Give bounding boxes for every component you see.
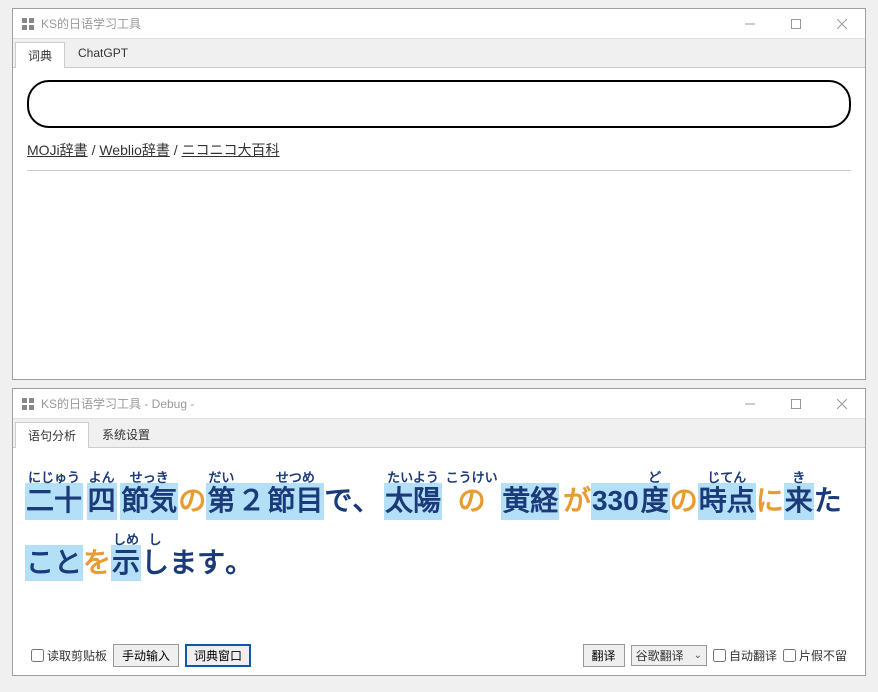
token[interactable]: で bbox=[324, 471, 352, 520]
token[interactable]: しめ示 bbox=[111, 533, 141, 582]
window-title: KS的日语学习工具 bbox=[41, 15, 727, 32]
link-weblio[interactable]: Weblio辞書 bbox=[99, 142, 170, 158]
titlebar: KS的日语学习工具 - Debug - bbox=[13, 389, 865, 419]
dictionary-body: MOJi辞書 / Weblio辞書 / ニコニコ大百科 bbox=[13, 68, 865, 378]
token[interactable]: せっき節気 bbox=[120, 471, 178, 520]
token[interactable]: 黄経 bbox=[501, 471, 559, 520]
window-controls bbox=[727, 389, 865, 418]
token-base: の bbox=[446, 483, 498, 519]
tab-system-settings[interactable]: 系统设置 bbox=[89, 421, 163, 447]
token[interactable]: に bbox=[756, 471, 784, 520]
analysis-window: KS的日语学习工具 - Debug - 语句分析 系统设置 にじゅう二十 よん四… bbox=[12, 388, 866, 676]
token-base: 来 bbox=[784, 483, 814, 519]
tab-dictionary[interactable]: 词典 bbox=[15, 42, 65, 68]
token[interactable]: せつめ節目 bbox=[266, 471, 324, 520]
translator-select[interactable]: 谷歌翻译 ⌄ bbox=[631, 645, 707, 666]
tab-bar: 语句分析 系统设置 bbox=[13, 419, 865, 448]
auto-translate-input[interactable] bbox=[713, 649, 726, 662]
token-base: で bbox=[324, 483, 352, 519]
token-base: し bbox=[141, 545, 169, 581]
tab-bar: 词典 ChatGPT bbox=[13, 39, 865, 68]
close-button[interactable] bbox=[819, 389, 865, 418]
link-niconico[interactable]: ニコニコ大百科 bbox=[182, 142, 280, 158]
token-base: 第 bbox=[206, 483, 236, 519]
translate-button[interactable]: 翻译 bbox=[583, 644, 625, 667]
token[interactable]: ど度 bbox=[640, 471, 670, 520]
token-base: 節気 bbox=[120, 483, 178, 519]
token-base: を bbox=[83, 545, 111, 581]
sentence-display: にじゅう二十 よん四 せっき節気 のだい第 ２せつめ節目 で 、 たいよう太陽 … bbox=[23, 454, 855, 638]
token[interactable]: 。 bbox=[225, 533, 253, 582]
token[interactable]: ２ bbox=[236, 471, 266, 520]
maximize-button[interactable] bbox=[773, 9, 819, 38]
token-base: こと bbox=[25, 545, 83, 581]
token[interactable]: こうけいの bbox=[446, 471, 498, 520]
bottom-toolbar: 读取剪贴板 手动输入 词典窗口 翻译 谷歌翻译 ⌄ 自动翻译 片假不留 bbox=[23, 638, 855, 675]
auto-translate-label: 自动翻译 bbox=[729, 647, 777, 664]
token-base: の bbox=[178, 483, 206, 519]
token[interactable]: の bbox=[670, 471, 698, 520]
search-input[interactable] bbox=[27, 80, 851, 128]
dict-window-button[interactable]: 词典窗口 bbox=[185, 644, 251, 667]
token-base: が bbox=[563, 483, 591, 519]
token-base: の bbox=[670, 483, 698, 519]
token[interactable]: の bbox=[178, 471, 206, 520]
window-controls bbox=[727, 9, 865, 38]
token-base: に bbox=[756, 483, 784, 519]
titlebar: KS的日语学习工具 bbox=[13, 9, 865, 39]
app-icon bbox=[21, 17, 35, 31]
token[interactable]: 330 bbox=[591, 471, 640, 520]
window-title: KS的日语学习工具 - Debug - bbox=[41, 395, 727, 412]
token[interactable]: ます bbox=[169, 533, 225, 582]
minimize-button[interactable] bbox=[727, 389, 773, 418]
token[interactable]: 、 bbox=[352, 471, 380, 520]
token[interactable]: よん四 bbox=[87, 471, 117, 520]
token[interactable]: しし bbox=[141, 533, 169, 582]
separator: / bbox=[174, 142, 182, 158]
token-base: 、 bbox=[352, 483, 380, 519]
app-icon bbox=[21, 397, 35, 411]
token-base: ２ bbox=[236, 483, 266, 519]
token-base: 四 bbox=[87, 483, 117, 519]
auto-translate-checkbox[interactable]: 自动翻译 bbox=[713, 647, 777, 664]
token-base: ます bbox=[169, 545, 225, 581]
token-base: 。 bbox=[225, 545, 253, 581]
token-base: 時点 bbox=[698, 483, 756, 519]
token-base: 度 bbox=[640, 483, 670, 519]
maximize-button[interactable] bbox=[773, 389, 819, 418]
token[interactable]: た bbox=[814, 471, 842, 520]
close-button[interactable] bbox=[819, 9, 865, 38]
token[interactable]: き来 bbox=[784, 471, 814, 520]
token-base: 示 bbox=[111, 545, 141, 581]
chevron-down-icon: ⌄ bbox=[694, 650, 702, 661]
analysis-body: にじゅう二十 よん四 せっき節気 のだい第 ２せつめ節目 で 、 たいよう太陽 … bbox=[13, 448, 865, 675]
token[interactable]: だい第 bbox=[206, 471, 236, 520]
tab-sentence-analysis[interactable]: 语句分析 bbox=[15, 422, 89, 448]
token[interactable]: こと bbox=[25, 533, 83, 582]
katakana-skip-checkbox[interactable]: 片假不留 bbox=[783, 647, 847, 664]
dictionary-links: MOJi辞書 / Weblio辞書 / ニコニコ大百科 bbox=[27, 140, 851, 171]
read-clipboard-checkbox[interactable]: 读取剪贴板 bbox=[31, 647, 107, 664]
token[interactable]: が bbox=[563, 471, 591, 520]
token-base: 黄経 bbox=[501, 483, 559, 519]
read-clipboard-input[interactable] bbox=[31, 649, 44, 662]
token-base: た bbox=[814, 483, 842, 519]
dictionary-window: KS的日语学习工具 词典 ChatGPT MOJi辞書 / Weblio辞書 /… bbox=[12, 8, 866, 380]
token[interactable]: を bbox=[83, 533, 111, 582]
read-clipboard-label: 读取剪贴板 bbox=[47, 647, 107, 664]
katakana-skip-input[interactable] bbox=[783, 649, 796, 662]
token[interactable]: じてん時点 bbox=[698, 471, 756, 520]
katakana-skip-label: 片假不留 bbox=[799, 647, 847, 664]
token-base: 二十 bbox=[25, 483, 83, 519]
manual-input-button[interactable]: 手动输入 bbox=[113, 644, 179, 667]
translator-select-value: 谷歌翻译 bbox=[636, 647, 684, 664]
tab-chatgpt[interactable]: ChatGPT bbox=[65, 41, 141, 67]
token[interactable]: たいよう太陽 bbox=[384, 471, 442, 520]
token-base: 330 bbox=[591, 483, 640, 519]
token-base: 節目 bbox=[266, 483, 324, 519]
token[interactable]: にじゅう二十 bbox=[25, 471, 83, 520]
minimize-button[interactable] bbox=[727, 9, 773, 38]
link-moji[interactable]: MOJi辞書 bbox=[27, 142, 88, 158]
token-base: 太陽 bbox=[384, 483, 442, 519]
